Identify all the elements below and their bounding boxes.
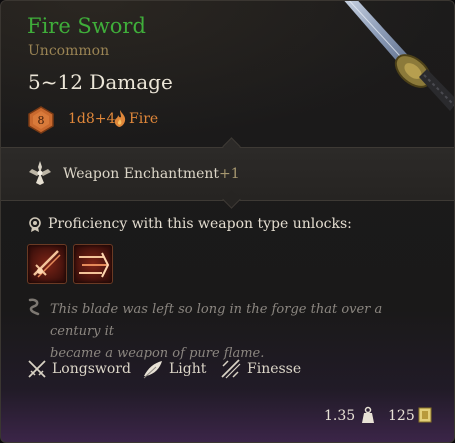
pommel-strike-action-icon[interactable] (73, 244, 113, 284)
item-rarity: Uncommon (28, 43, 110, 59)
damage-range: 5~12 Damage (28, 70, 173, 94)
item-tooltip: Fire Sword Uncommon 5~12 Damage 8 1d8+4 … (0, 0, 455, 443)
property-light: Light (169, 361, 207, 377)
enchantment-bonus: +1 (219, 166, 240, 182)
proficiency-label: Proficiency with this weapon type unlock… (48, 216, 352, 232)
damage-type: Fire (129, 111, 159, 127)
sword-illustration-icon (344, 1, 454, 111)
enchantment-label: Weapon Enchantment (63, 166, 220, 182)
lore-icon (28, 298, 40, 316)
property-finesse: Finesse (247, 361, 302, 377)
gold-coin-icon (418, 407, 432, 423)
dice-face-label: 8 (38, 114, 45, 127)
d8-dice-icon: 8 (28, 106, 54, 134)
damage-roll: 1d8+4 (68, 111, 116, 127)
item-name: Fire Sword (27, 14, 146, 38)
flame-icon (114, 110, 126, 127)
enchantment-icon (29, 161, 51, 185)
lore-text: This blade was left so long in the forge… (50, 299, 430, 365)
finesse-icon (221, 359, 241, 379)
proficiency-icon (29, 217, 41, 232)
item-value: 125 (388, 408, 415, 424)
feather-icon (143, 361, 162, 379)
slash-action-icon[interactable] (27, 244, 67, 284)
longsword-icon (28, 360, 46, 378)
property-longsword: Longsword (52, 361, 131, 377)
item-weight: 1.35 (324, 408, 356, 424)
weight-icon (362, 406, 374, 423)
lore-line-1: This blade was left so long in the forge… (50, 302, 383, 339)
